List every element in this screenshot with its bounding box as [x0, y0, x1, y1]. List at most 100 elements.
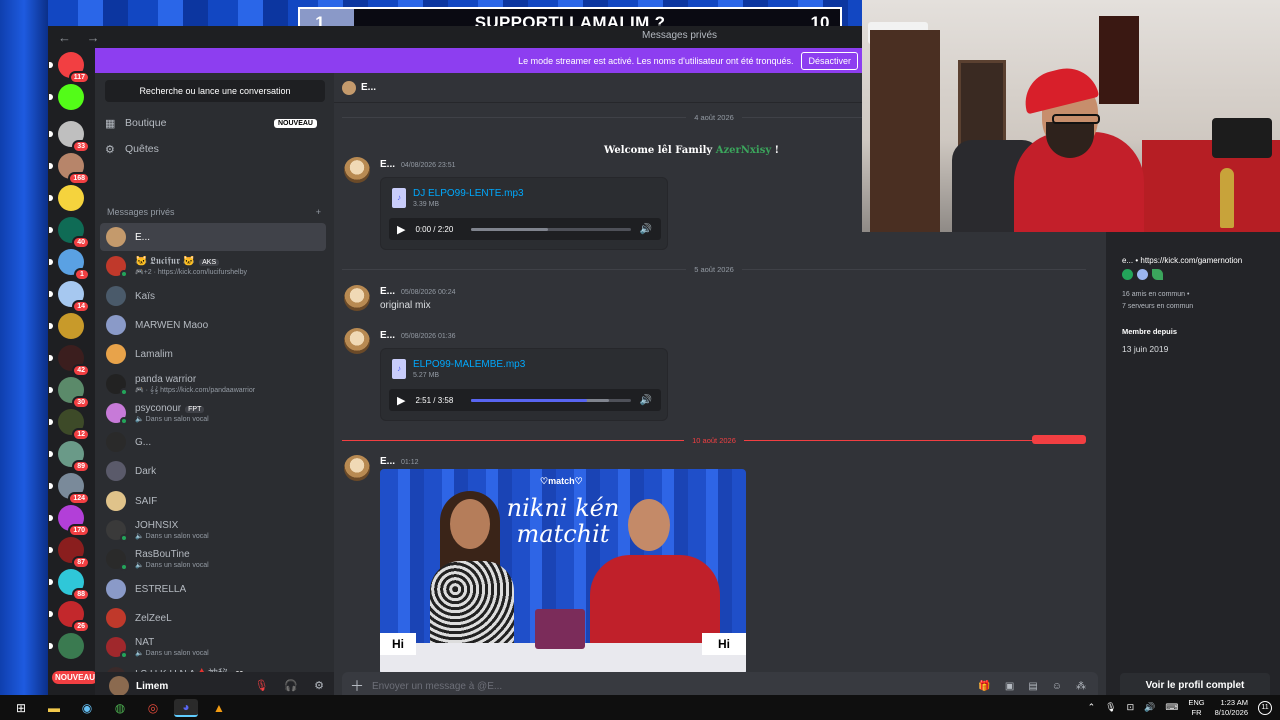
- apps-icon[interactable]: ⁂: [1076, 681, 1086, 692]
- dm-item[interactable]: 🐱 𝕷𝖚𝖈𝖎𝖋𝖚𝖗 🐱 AKS 🎮+2 · https://kick.com/luc…: [100, 252, 326, 280]
- dm-item[interactable]: MARWEN Maoo: [100, 311, 326, 339]
- welcome-message: Welcome lêl Family AzerNxisy !: [604, 145, 779, 156]
- language-indicator[interactable]: ENG FR: [1188, 698, 1204, 718]
- headset-icon[interactable]: 🎧: [284, 679, 298, 692]
- mutual-friends[interactable]: 16 amis en commun •: [1122, 291, 1189, 298]
- dm-item[interactable]: panda warrior 🎮 · 𝄞𝄞 https://kick.com/pan…: [100, 370, 326, 398]
- vlc-icon[interactable]: ▲: [207, 699, 231, 717]
- attachment-filename[interactable]: ELPO99-MALEMBE.mp3: [413, 359, 525, 370]
- dm-item[interactable]: NAT 🔈 Dans un salon vocal: [100, 633, 326, 661]
- message-author[interactable]: E... 01:12: [380, 456, 419, 467]
- notification-badge[interactable]: 11: [1258, 700, 1272, 715]
- dm-item[interactable]: RasBouTine 🔈 Dans un salon vocal: [100, 545, 326, 573]
- emoji-icon[interactable]: ☺: [1052, 681, 1062, 692]
- discord-icon[interactable]: ◕: [174, 698, 198, 717]
- message-author[interactable]: E... 05/08/2026 00:24: [380, 286, 456, 297]
- steam-icon[interactable]: ◉: [75, 699, 99, 717]
- server-icon[interactable]: 87: [49, 537, 90, 569]
- gift-icon[interactable]: 🎁: [978, 681, 990, 692]
- volume-icon[interactable]: 🔊: [639, 395, 651, 406]
- dm-item[interactable]: Dark: [100, 457, 326, 485]
- dm-item[interactable]: E...: [100, 223, 326, 251]
- message-author[interactable]: E... 05/08/2026 01:36: [380, 330, 456, 341]
- add-dm-button[interactable]: +: [316, 207, 321, 217]
- message-input[interactable]: [372, 680, 979, 692]
- dm-item[interactable]: Kaïs: [100, 282, 326, 310]
- dm-name-text: SAIF: [135, 495, 158, 507]
- server-icon[interactable]: 14: [49, 281, 90, 313]
- mention-badge: 170: [68, 524, 90, 537]
- dm-item[interactable]: ESTRELLA: [100, 575, 326, 603]
- mic-muted-icon[interactable]: 🎙: [254, 679, 268, 692]
- add-attachment-icon[interactable]: ＋: [342, 676, 372, 696]
- server-icon[interactable]: 26: [49, 601, 90, 633]
- dm-name-text: 🐱 𝕷𝖚𝖈𝖎𝖋𝖚𝖗 🐱: [135, 256, 196, 267]
- file-explorer-icon[interactable]: ▬: [42, 699, 66, 717]
- play-icon[interactable]: ▶: [397, 223, 405, 236]
- audio-progress-track[interactable]: [471, 227, 632, 231]
- sidebar-item-shop[interactable]: ▦ Boutique NOUVEAU: [105, 111, 325, 135]
- chevron-up-icon[interactable]: ⌃: [1088, 702, 1096, 713]
- server-icon[interactable]: 42: [49, 345, 90, 377]
- profile-link[interactable]: e... • https://kick.com/gamernotion: [1122, 256, 1242, 265]
- server-icon[interactable]: 88: [49, 569, 90, 601]
- windows-taskbar: ⊞ ▬ ◉ ◍ ◎ ◕ ▲ ⌃ 🎙 ⊡ 🔊 ⌨ ENG FR 1:23 AM 8…: [0, 695, 1280, 720]
- keyboard-icon[interactable]: ⌨: [1165, 702, 1178, 713]
- start-icon[interactable]: ⊞: [9, 699, 33, 717]
- server-icon[interactable]: 170: [49, 505, 90, 537]
- video-embed[interactable]: ♡match♡ nikni kén matchit Hi Hi: [380, 469, 746, 675]
- badge-icon: [1122, 269, 1133, 280]
- user-avatar[interactable]: [109, 676, 129, 696]
- webcam-overlay: [862, 0, 1280, 232]
- network-icon[interactable]: ⊡: [1127, 702, 1135, 713]
- dm-item[interactable]: SAIF: [100, 487, 326, 515]
- composer-icons: 🎁 ▣ ▤ ☺ ⁂: [978, 681, 1086, 692]
- unread-indicator: [49, 131, 53, 137]
- server-icon[interactable]: 12: [49, 409, 90, 441]
- message-author[interactable]: E... 04/08/2026 23:51: [380, 159, 456, 170]
- message-avatar[interactable]: [344, 157, 370, 183]
- server-icon[interactable]: [49, 84, 84, 110]
- nav-arrows[interactable]: ← →: [58, 30, 106, 45]
- gear-icon[interactable]: ⚙: [314, 679, 324, 692]
- server-icon[interactable]: 40: [49, 217, 90, 249]
- gif-icon[interactable]: ▣: [1005, 681, 1014, 692]
- chat-header-avatar: [342, 80, 356, 95]
- audio-player: ▶ 2:51 / 3:58 🔊: [389, 389, 661, 411]
- obs-icon[interactable]: ◎: [141, 699, 165, 717]
- clock[interactable]: 1:23 AM 8/10/2026: [1215, 698, 1248, 718]
- server-icon[interactable]: [49, 313, 84, 339]
- volume-icon[interactable]: 🔊: [639, 224, 651, 235]
- dm-item[interactable]: psyconour FPT 🔈 Dans un salon vocal: [100, 399, 326, 427]
- dm-name: 🐱 𝕷𝖚𝖈𝖎𝖋𝖚𝖗 🐱 AKS: [135, 256, 247, 267]
- server-icon[interactable]: 1: [49, 249, 90, 281]
- dm-item[interactable]: JOHNSIX 🔈 Dans un salon vocal: [100, 516, 326, 544]
- sidebar-item-quests[interactable]: ⚙ Quêtes: [105, 137, 325, 161]
- server-icon[interactable]: 168: [49, 153, 90, 185]
- message-avatar[interactable]: [344, 328, 370, 354]
- dm-item[interactable]: ZelZeeL: [100, 604, 326, 632]
- server-icon[interactable]: 30: [49, 377, 90, 409]
- dm-item[interactable]: Lamalim: [100, 340, 326, 368]
- audio-progress-track[interactable]: [471, 398, 632, 402]
- mutual-servers[interactable]: 7 serveurs en commun: [1122, 303, 1193, 310]
- sticker-icon[interactable]: ▤: [1028, 681, 1037, 692]
- mic-icon[interactable]: 🎙: [1105, 702, 1116, 713]
- message-avatar[interactable]: [344, 455, 370, 481]
- chrome-icon[interactable]: ◍: [108, 699, 132, 717]
- dm-item[interactable]: G...: [100, 428, 326, 456]
- server-icon[interactable]: 89: [49, 441, 90, 473]
- server-icon[interactable]: 124: [49, 473, 90, 505]
- dm-name: RasBouTine: [135, 549, 209, 560]
- server-icon[interactable]: [49, 185, 84, 211]
- search-conversation-button[interactable]: Recherche ou lance une conversation: [105, 80, 325, 102]
- speaker-icon[interactable]: 🔊: [1144, 702, 1155, 713]
- play-icon[interactable]: ▶: [397, 394, 405, 407]
- attachment-filename[interactable]: DJ ELPO99-LENTE.mp3: [413, 188, 524, 199]
- server-icon[interactable]: [49, 633, 84, 659]
- dm-avatar: [106, 461, 126, 481]
- message-avatar[interactable]: [344, 285, 370, 311]
- disable-streamer-button[interactable]: Désactiver: [801, 51, 858, 70]
- server-icon[interactable]: 33: [49, 121, 90, 153]
- server-icon[interactable]: 117: [49, 52, 90, 84]
